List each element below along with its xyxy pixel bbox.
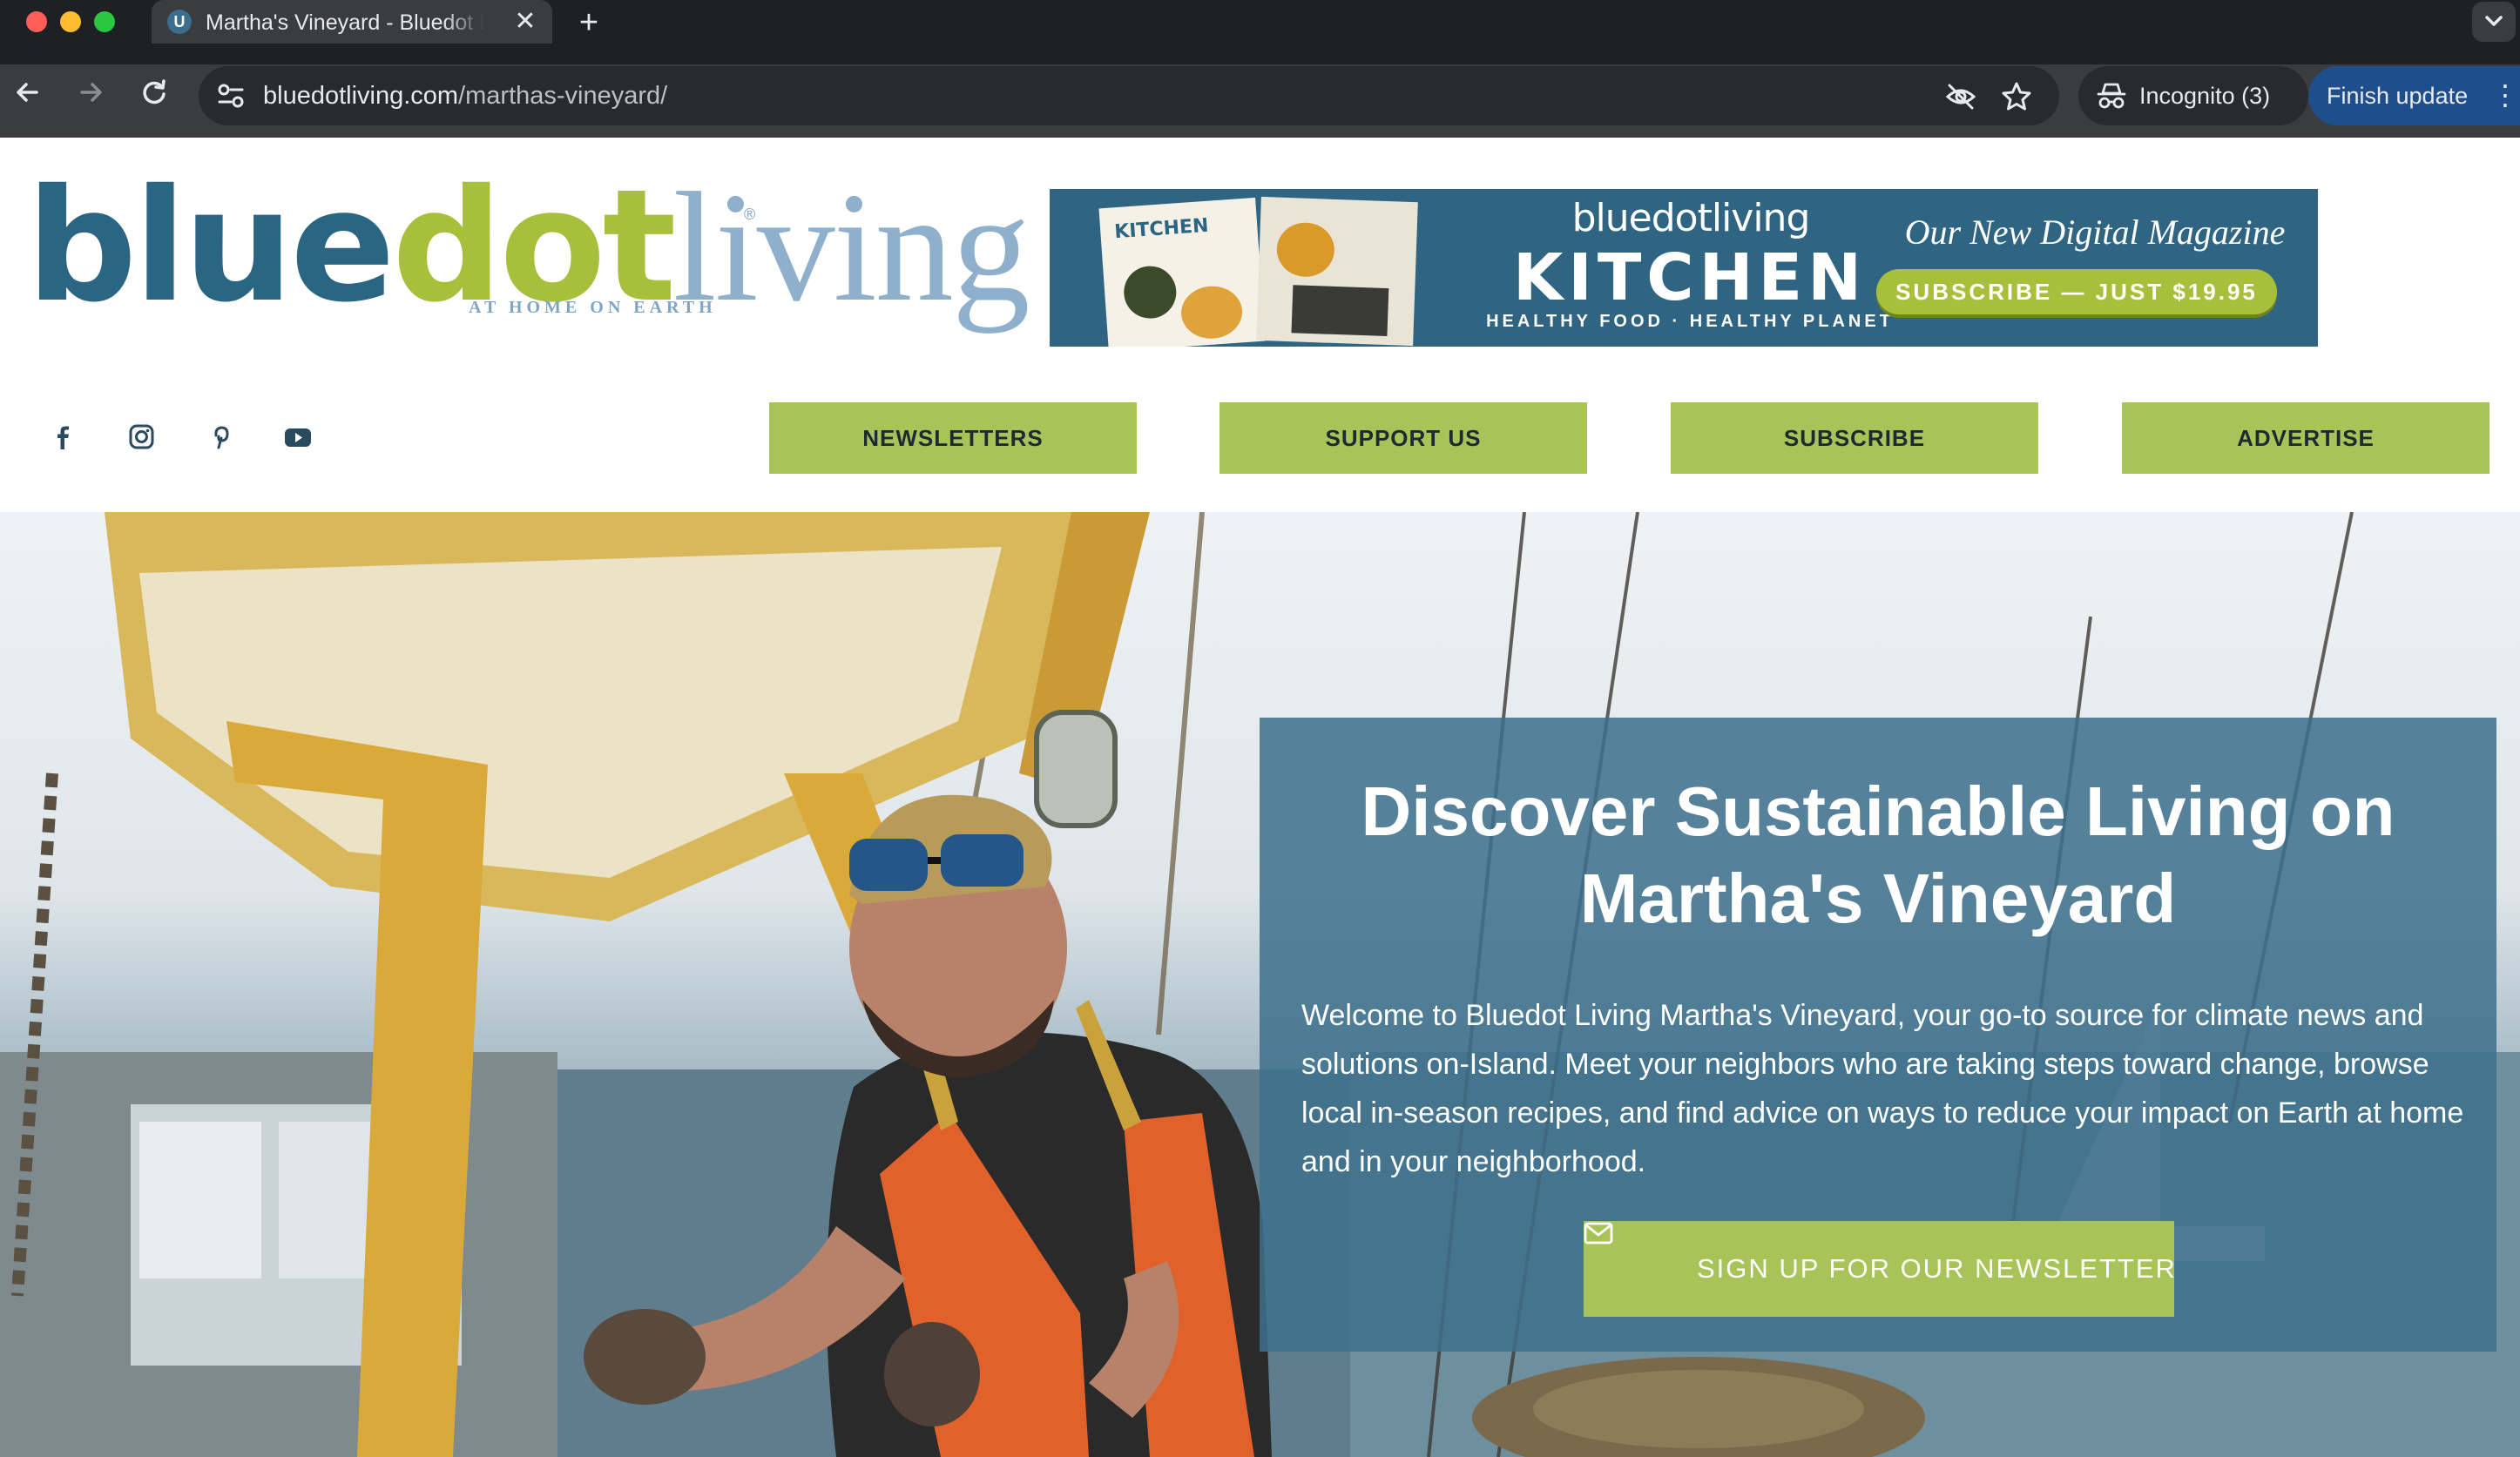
logo-wordmark: bluedotliving (26, 169, 1030, 326)
back-button[interactable] (9, 73, 47, 111)
finish-update-button[interactable]: Finish update ⋮ (2308, 66, 2520, 125)
window-minimize-button[interactable] (60, 11, 81, 32)
reload-icon (143, 79, 166, 105)
forward-button[interactable] (71, 73, 110, 111)
kebab-menu-icon[interactable]: ⋮ (2491, 78, 2519, 112)
kitchen-magazine-ad-banner[interactable]: KITCHEN bluedotliving KITCHEN HEALTHY FO… (1050, 189, 2318, 347)
url-path: /marthas-vineyard/ (458, 82, 668, 110)
nav-subscribe[interactable]: SUBSCRIBE (1671, 402, 2038, 474)
banner-title: KITCHEN (1512, 240, 1868, 315)
banner-subscribe-button[interactable]: SUBSCRIBE — JUST $19.95 (1876, 269, 2277, 314)
logo-part-living: living (672, 160, 1030, 334)
address-bar[interactable]: bluedotliving.com/marthas-vineyard/ (199, 66, 2059, 125)
site-settings-icon (218, 84, 244, 108)
newsletter-signup-button[interactable]: SIGN UP FOR OUR NEWSLETTER (1584, 1221, 2177, 1317)
nav-newsletters[interactable]: NEWSLETTERS (769, 402, 1137, 474)
arrow-left-icon (17, 83, 38, 102)
url-text[interactable]: bluedotliving.com/marthas-vineyard/ (263, 79, 667, 112)
pinterest-icon[interactable] (202, 422, 237, 453)
bookmark-star-icon[interactable] (2000, 80, 2033, 113)
incognito-indicator[interactable]: Incognito (3) (2078, 66, 2308, 125)
magazine-cover-title: KITCHEN (1113, 214, 1210, 244)
site-logo[interactable]: bluedotliving AT HOME ON EARTH ® (26, 169, 1030, 347)
hero-title: Discover Sustainable Living on Martha's … (1361, 772, 2395, 937)
incognito-icon (2097, 83, 2126, 109)
food-dish-image (1275, 221, 1335, 278)
magazine-page-image (1256, 196, 1418, 347)
facebook-icon[interactable] (45, 422, 80, 453)
registered-mark: ® (744, 206, 756, 223)
banner-brand: bluedotliving (1571, 196, 1811, 240)
url-domain: bluedotliving.com (263, 82, 459, 110)
arrow-right-icon (80, 83, 102, 102)
envelope-icon (1584, 1222, 1613, 1245)
hero-section: Discover Sustainable Living on Martha's … (0, 512, 2520, 1457)
window-maximize-button[interactable] (94, 11, 115, 32)
eye-off-icon[interactable] (1944, 80, 1977, 113)
tab-search-button[interactable] (2472, 2, 2516, 42)
window-close-button[interactable] (26, 11, 47, 32)
browser-toolbar: bluedotliving.com/marthas-vineyard/ Inco… (0, 64, 2520, 138)
nav-advertise[interactable]: ADVERTISE (2122, 402, 2490, 474)
food-plate-image (1122, 264, 1179, 320)
browser-tab-bar: U Martha's Vineyard - Bluedot Living ✕ + (0, 0, 2520, 64)
reload-button[interactable] (135, 73, 173, 111)
nav-support-us[interactable]: SUPPORT US (1219, 402, 1587, 474)
new-tab-button[interactable]: + (571, 5, 606, 40)
logo-tagline: AT HOME ON EARTH (469, 298, 717, 317)
magazine-cover-image: KITCHEN (1098, 197, 1266, 347)
finish-update-label: Finish update (2327, 83, 2469, 109)
incognito-label: Incognito (3) (2139, 83, 2271, 109)
hero-overlay-card: Discover Sustainable Living on Martha's … (1260, 718, 2496, 1352)
tab-close-icon[interactable]: ✕ (511, 8, 539, 36)
banner-tagline: Our New Digital Magazine (1904, 212, 2286, 252)
soup-bowl-image (1179, 284, 1245, 341)
newsletter-signup-label: SIGN UP FOR OUR NEWSLETTER (1697, 1253, 2177, 1284)
grill-image (1291, 285, 1389, 337)
youtube-icon[interactable] (280, 422, 315, 453)
banner-subtitle: HEALTHY FOOD · HEALTHY PLANET (1486, 312, 1894, 331)
instagram-icon[interactable] (124, 422, 159, 453)
browser-tab-active[interactable]: U Martha's Vineyard - Bluedot Living ✕ (152, 0, 552, 44)
logo-part-blue: blue (26, 156, 395, 336)
tab-title: Martha's Vineyard - Bluedot Living (206, 10, 484, 35)
chevron-down-icon (2485, 16, 2503, 26)
hero-description: Welcome to Bluedot Living Martha's Viney… (1301, 999, 2464, 1178)
site-favicon-icon: U (167, 10, 192, 34)
